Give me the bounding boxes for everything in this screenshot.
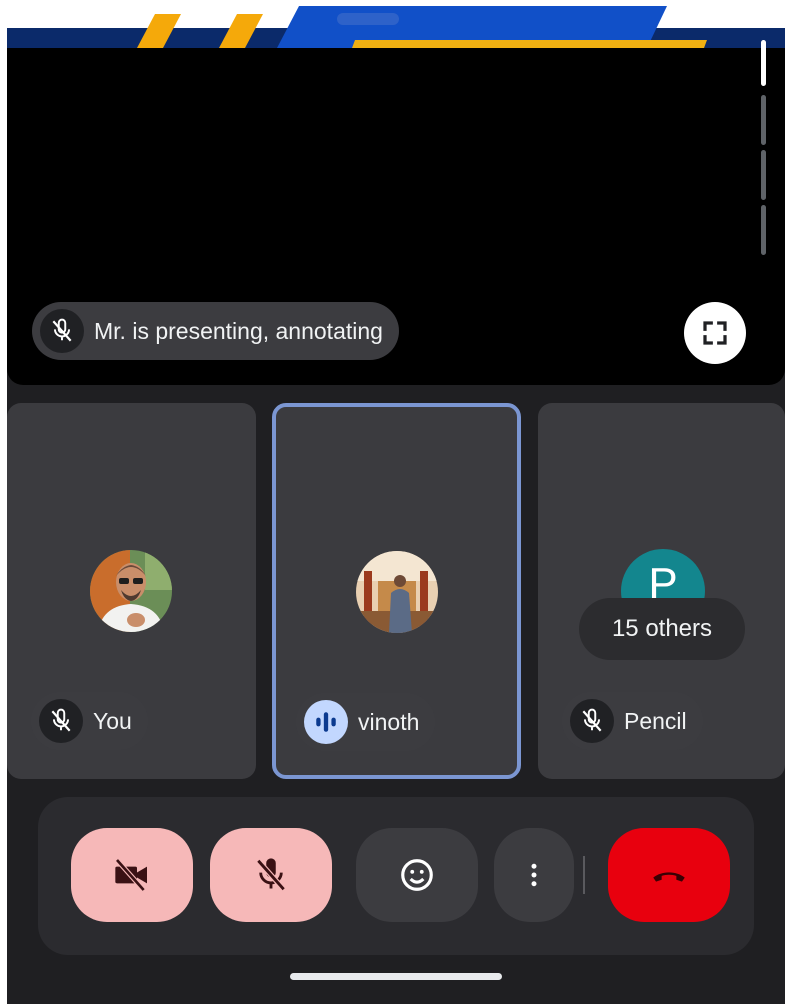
fullscreen-button[interactable] xyxy=(684,302,746,364)
participant-name: You xyxy=(93,707,132,734)
others-count-chip[interactable]: 15 others xyxy=(579,598,745,660)
participant-name: Pencil xyxy=(624,707,687,734)
camera-off-icon xyxy=(115,858,147,892)
controls-divider xyxy=(583,856,585,894)
participant-name-chip: You xyxy=(31,692,148,750)
shared-slide-banner xyxy=(7,0,785,48)
mic-toggle-button[interactable] xyxy=(210,828,332,922)
slide-scroll-track xyxy=(761,95,766,145)
avatar-you xyxy=(90,550,172,632)
mic-off-icon xyxy=(570,699,614,743)
slide-scroll-track xyxy=(761,205,766,255)
participant-name: vinoth xyxy=(358,708,420,735)
presenter-label: Mr. is presenting, annotating xyxy=(94,317,383,344)
emoji-icon xyxy=(401,859,433,891)
mic-off-icon xyxy=(39,699,83,743)
fullscreen-icon xyxy=(703,321,727,345)
leave-call-button[interactable] xyxy=(608,828,730,922)
slide-scroll-thumb[interactable] xyxy=(761,40,766,86)
presentation-stage[interactable]: Mr. is presenting, annotating xyxy=(7,0,785,385)
camera-toggle-button[interactable] xyxy=(71,828,193,922)
meeting-screen: Mr. is presenting, annotating You vinoth… xyxy=(7,0,785,1004)
presenter-chip: Mr. is presenting, annotating xyxy=(32,302,399,360)
avatar-vinoth xyxy=(356,551,438,633)
mic-off-icon xyxy=(40,309,84,353)
more-vert-icon xyxy=(531,863,537,887)
home-indicator[interactable] xyxy=(290,973,502,980)
call-controls-bar xyxy=(38,797,754,955)
participant-name-chip: Pencil xyxy=(562,692,703,750)
participant-name-chip: vinoth xyxy=(296,693,436,751)
call-end-icon xyxy=(653,872,685,882)
speaking-audio-icon xyxy=(304,700,348,744)
participant-tile-you[interactable]: You xyxy=(7,403,256,779)
reactions-button[interactable] xyxy=(356,828,478,922)
slide-scroll-track xyxy=(761,150,766,200)
mic-off-icon xyxy=(256,858,286,892)
more-options-button[interactable] xyxy=(494,828,574,922)
participant-tile-vinoth[interactable]: vinoth xyxy=(272,403,521,779)
